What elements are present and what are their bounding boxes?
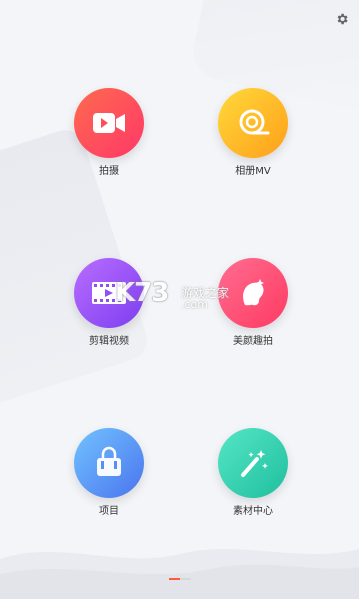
gear-icon: [337, 13, 348, 25]
page-indicator: [169, 578, 191, 580]
film-reel-icon: [239, 109, 270, 135]
menu-item-shoot[interactable]: 拍摄: [49, 88, 169, 179]
menu-label: 素材中心: [233, 506, 273, 517]
watermark-brand: K73: [115, 278, 169, 308]
menu-item-material-center[interactable]: 素材中心: [193, 428, 313, 519]
settings-button[interactable]: [333, 10, 351, 28]
bag-icon: [97, 446, 121, 476]
menu-label: 相册MV: [235, 166, 271, 177]
video-camera-icon: [93, 113, 125, 133]
menu-item-album-mv[interactable]: 相册MV: [193, 88, 313, 179]
watermark: K73 游戏之家 .com: [115, 278, 255, 318]
menu-label: 美颜趣拍: [233, 336, 273, 347]
menu-icon-circle[interactable]: [218, 428, 288, 498]
menu-icon-circle[interactable]: [74, 428, 144, 498]
page-indicator-inactive: [180, 578, 191, 580]
menu-label: 项目: [99, 506, 119, 517]
watermark-domain: .com: [181, 298, 208, 311]
page-indicator-active: [169, 578, 180, 580]
menu-label: 剪辑视频: [89, 336, 129, 347]
menu-icon-circle[interactable]: [218, 88, 288, 158]
menu-item-project[interactable]: 项目: [49, 428, 169, 519]
menu-icon-circle[interactable]: [74, 88, 144, 158]
background-wave: [0, 549, 359, 599]
magic-wand-icon: [241, 450, 268, 477]
menu-label: 拍摄: [99, 166, 119, 177]
